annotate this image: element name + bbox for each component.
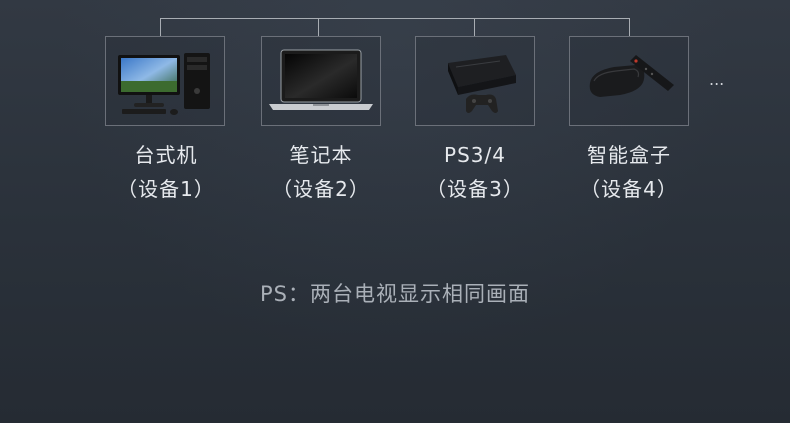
device-name: PS3/4 [444,143,506,167]
device-label-laptop: 笔记本 （设备2） [241,138,401,206]
connector-horizontal-line [160,18,630,19]
device-number: （设备2） [272,177,370,201]
tv-box-icon [589,55,674,97]
laptop-icon [269,49,373,110]
game-console-icon [448,55,516,113]
device-tile-laptop [261,36,381,126]
device-label-tvbox: 智能盒子 （设备4） [549,138,709,206]
device-tile-desktop [105,36,225,126]
device-number: （设备3） [426,177,524,201]
connector-drop-2 [318,18,319,36]
connector-drop-1 [160,18,161,36]
device-label-desktop: 台式机 （设备1） [86,138,246,206]
connector-drop-3 [474,18,475,36]
device-name: 智能盒子 [587,143,671,167]
device-number: （设备4） [580,177,678,201]
device-name: 台式机 [134,143,198,167]
device-name: 笔记本 [289,143,353,167]
connector-drop-4 [629,18,630,36]
footnote-text: PS：两台电视显示相同画面 [260,282,530,306]
device-number: （设备1） [117,177,215,201]
more-devices-ellipsis: ... [709,70,725,89]
device-label-console: PS3/4 （设备3） [395,138,555,206]
desktop-computer-icon [118,53,210,115]
device-tile-tvbox [569,36,689,126]
device-tile-console [415,36,535,126]
